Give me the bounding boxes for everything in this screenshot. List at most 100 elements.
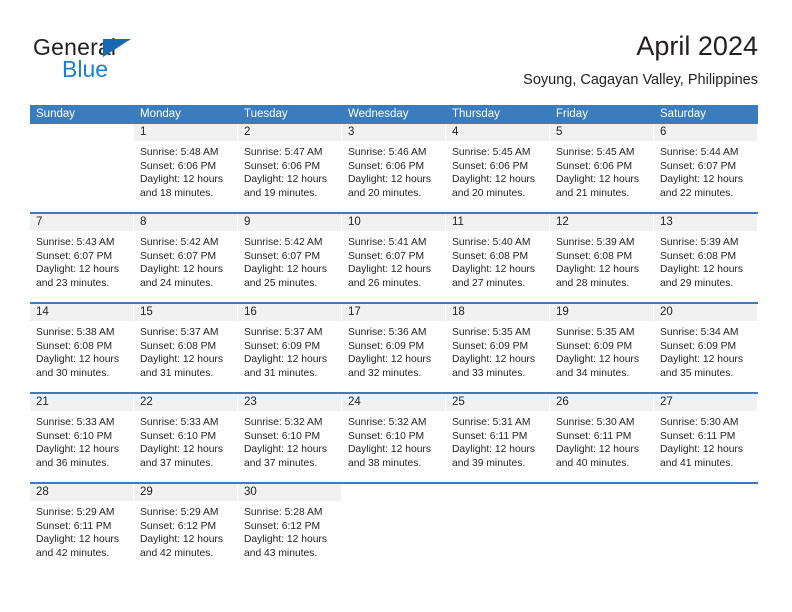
daylight-text-line1: Daylight: 12 hours bbox=[556, 174, 639, 186]
day-cell[interactable]: 4 Sunrise: 5:45 AM Sunset: 6:06 PM Daylight… bbox=[446, 124, 550, 212]
day-cell[interactable]: 3 Sunrise: 5:46 AM Sunset: 6:06 PM Daylight… bbox=[342, 124, 446, 212]
daylight-text-line2: and 31 minutes. bbox=[244, 367, 318, 379]
weekday-header-thursday: Thursday bbox=[452, 108, 500, 120]
daylight-text-line1: Daylight: 12 hours bbox=[140, 534, 223, 546]
daylight-text-line1: Daylight: 12 hours bbox=[244, 354, 327, 366]
daylight-text-line2: and 41 minutes. bbox=[660, 457, 734, 469]
daylight-text-line2: and 26 minutes. bbox=[348, 277, 422, 289]
calendar-grid: Sunday Monday Tuesday Wednesday Thursday Frid… bbox=[30, 105, 758, 572]
day-cell-details bbox=[550, 502, 653, 506]
calendar-week-row: 28 Sunrise: 5:29 AM Sunset: 6:11 PM Dayligh… bbox=[30, 482, 758, 572]
sunrise-text: Sunrise: 5:37 AM bbox=[140, 327, 219, 338]
day-cell[interactable]: 15 Sunrise: 5:37 AM Sunset: 6:08 PM Dayligh… bbox=[134, 304, 238, 392]
day-cell[interactable]: 28 Sunrise: 5:29 AM Sunset: 6:11 PM Dayligh… bbox=[30, 484, 134, 572]
day-cell[interactable]: 14 Sunrise: 5:38 AM Sunset: 6:08 PM Dayligh… bbox=[30, 304, 134, 392]
day-cell[interactable]: 2 Sunrise: 5:47 AM Sunset: 6:06 PM Daylight… bbox=[238, 124, 342, 212]
sunrise-text: Sunrise: 5:32 AM bbox=[244, 417, 323, 428]
day-cell[interactable]: 24 Sunrise: 5:32 AM Sunset: 6:10 PM Dayligh… bbox=[342, 394, 446, 482]
day-number-band: 24 bbox=[342, 394, 445, 412]
day-number-band: 23 bbox=[238, 394, 341, 412]
sunrise-text: Sunrise: 5:31 AM bbox=[452, 417, 531, 428]
daylight-text-line1: Daylight: 12 hours bbox=[140, 174, 223, 186]
day-cell[interactable]: 26 Sunrise: 5:30 AM Sunset: 6:11 PM Dayligh… bbox=[550, 394, 654, 482]
sunset-text: Sunset: 6:11 PM bbox=[556, 430, 632, 442]
day-cell[interactable]: 11 Sunrise: 5:40 AM Sunset: 6:08 PM Dayligh… bbox=[446, 214, 550, 302]
day-number-band: 19 bbox=[550, 304, 653, 322]
day-cell[interactable]: 1 Sunrise: 5:48 AM Sunset: 6:06 PM Daylight… bbox=[134, 124, 238, 212]
day-number: 17 bbox=[348, 306, 361, 318]
sunrise-text: Sunrise: 5:34 AM bbox=[660, 327, 739, 338]
day-cell-details bbox=[30, 142, 133, 146]
daylight-text-line1: Daylight: 12 hours bbox=[556, 264, 639, 276]
day-cell[interactable]: 12 Sunrise: 5:39 AM Sunset: 6:08 PM Dayligh… bbox=[550, 214, 654, 302]
sunset-text: Sunset: 6:07 PM bbox=[348, 250, 425, 262]
day-cell[interactable]: 16 Sunrise: 5:37 AM Sunset: 6:09 PM Dayligh… bbox=[238, 304, 342, 392]
daylight-text-line1: Daylight: 12 hours bbox=[348, 174, 431, 186]
day-cell[interactable]: 7 Sunrise: 5:43 AM Sunset: 6:07 PM Daylight… bbox=[30, 214, 134, 302]
day-cell[interactable]: 6 Sunrise: 5:44 AM Sunset: 6:07 PM Daylight… bbox=[654, 124, 758, 212]
daylight-text-line1: Daylight: 12 hours bbox=[244, 534, 327, 546]
sunset-text: Sunset: 6:09 PM bbox=[452, 340, 529, 352]
day-number: 16 bbox=[244, 306, 257, 318]
daylight-text-line2: and 39 minutes. bbox=[452, 457, 526, 469]
sunset-text: Sunset: 6:08 PM bbox=[36, 340, 113, 352]
weekday-header-tuesday: Tuesday bbox=[244, 108, 288, 120]
day-number: 3 bbox=[348, 126, 355, 138]
daylight-text-line1: Daylight: 12 hours bbox=[660, 174, 743, 186]
weekday-header-sunday: Sunday bbox=[36, 108, 76, 120]
sunset-text: Sunset: 6:06 PM bbox=[244, 160, 321, 172]
sunset-text: Sunset: 6:12 PM bbox=[244, 520, 321, 532]
day-number-band bbox=[654, 484, 757, 502]
daylight-text-line1: Daylight: 12 hours bbox=[348, 264, 431, 276]
sunset-text: Sunset: 6:09 PM bbox=[244, 340, 321, 352]
calendar-weeks: 1 Sunrise: 5:48 AM Sunset: 6:06 PM Daylight… bbox=[30, 124, 758, 572]
calendar-page: General Blue April 2024 Soyung, Cagayan … bbox=[0, 0, 792, 612]
day-number: 2 bbox=[244, 126, 251, 138]
day-cell[interactable]: 20 Sunrise: 5:34 AM Sunset: 6:09 PM Dayligh… bbox=[654, 304, 758, 392]
daylight-text-line1: Daylight: 12 hours bbox=[660, 354, 743, 366]
logo-text-blue: Blue bbox=[62, 56, 109, 82]
day-number: 10 bbox=[348, 216, 361, 228]
daylight-text-line2: and 23 minutes. bbox=[36, 277, 110, 289]
day-number: 6 bbox=[660, 126, 667, 138]
day-cell[interactable]: 30 Sunrise: 5:28 AM Sunset: 6:12 PM Dayligh… bbox=[238, 484, 342, 572]
day-cell[interactable]: 9 Sunrise: 5:42 AM Sunset: 6:07 PM Daylight… bbox=[238, 214, 342, 302]
sunrise-text: Sunrise: 5:28 AM bbox=[244, 507, 323, 518]
day-cell-empty bbox=[654, 484, 758, 572]
day-number-band bbox=[30, 124, 133, 142]
day-cell[interactable]: 29 Sunrise: 5:29 AM Sunset: 6:12 PM Dayligh… bbox=[134, 484, 238, 572]
day-number-band: 26 bbox=[550, 394, 653, 412]
day-cell[interactable]: 17 Sunrise: 5:36 AM Sunset: 6:09 PM Dayligh… bbox=[342, 304, 446, 392]
day-cell[interactable]: 25 Sunrise: 5:31 AM Sunset: 6:11 PM Dayligh… bbox=[446, 394, 550, 482]
day-cell-details: Sunrise: 5:32 AM Sunset: 6:10 PM Daylight:… bbox=[238, 412, 341, 470]
day-number-band: 14 bbox=[30, 304, 133, 322]
sunrise-text: Sunrise: 5:32 AM bbox=[348, 417, 427, 428]
sunset-text: Sunset: 6:06 PM bbox=[452, 160, 529, 172]
sunset-text: Sunset: 6:06 PM bbox=[348, 160, 425, 172]
sunrise-text: Sunrise: 5:29 AM bbox=[36, 507, 115, 518]
day-cell[interactable]: 23 Sunrise: 5:32 AM Sunset: 6:10 PM Dayligh… bbox=[238, 394, 342, 482]
day-cell[interactable]: 22 Sunrise: 5:33 AM Sunset: 6:10 PM Dayligh… bbox=[134, 394, 238, 482]
day-cell[interactable]: 21 Sunrise: 5:33 AM Sunset: 6:10 PM Dayligh… bbox=[30, 394, 134, 482]
day-cell[interactable]: 10 Sunrise: 5:41 AM Sunset: 6:07 PM Dayligh… bbox=[342, 214, 446, 302]
day-number: 23 bbox=[244, 396, 257, 408]
day-number-band: 18 bbox=[446, 304, 549, 322]
day-cell[interactable]: 13 Sunrise: 5:39 AM Sunset: 6:08 PM Dayligh… bbox=[654, 214, 758, 302]
day-cell-empty bbox=[342, 484, 446, 572]
day-cell[interactable]: 27 Sunrise: 5:30 AM Sunset: 6:11 PM Dayligh… bbox=[654, 394, 758, 482]
daylight-text-line2: and 20 minutes. bbox=[452, 187, 526, 199]
daylight-text-line2: and 36 minutes. bbox=[36, 457, 110, 469]
day-cell[interactable]: 19 Sunrise: 5:35 AM Sunset: 6:09 PM Dayligh… bbox=[550, 304, 654, 392]
day-cell[interactable]: 18 Sunrise: 5:35 AM Sunset: 6:09 PM Dayligh… bbox=[446, 304, 550, 392]
sunrise-text: Sunrise: 5:38 AM bbox=[36, 327, 115, 338]
daylight-text-line2: and 25 minutes. bbox=[244, 277, 318, 289]
weekday-header-monday: Monday bbox=[140, 108, 181, 120]
day-cell[interactable]: 5 Sunrise: 5:45 AM Sunset: 6:06 PM Daylight… bbox=[550, 124, 654, 212]
sunrise-text: Sunrise: 5:48 AM bbox=[140, 147, 219, 158]
day-number: 15 bbox=[140, 306, 153, 318]
day-cell[interactable]: 8 Sunrise: 5:42 AM Sunset: 6:07 PM Daylight… bbox=[134, 214, 238, 302]
sunrise-text: Sunrise: 5:35 AM bbox=[556, 327, 635, 338]
day-cell-details: Sunrise: 5:39 AM Sunset: 6:08 PM Daylight:… bbox=[654, 232, 757, 290]
daylight-text-line1: Daylight: 12 hours bbox=[452, 264, 535, 276]
day-cell-details: Sunrise: 5:43 AM Sunset: 6:07 PM Daylight:… bbox=[30, 232, 133, 290]
